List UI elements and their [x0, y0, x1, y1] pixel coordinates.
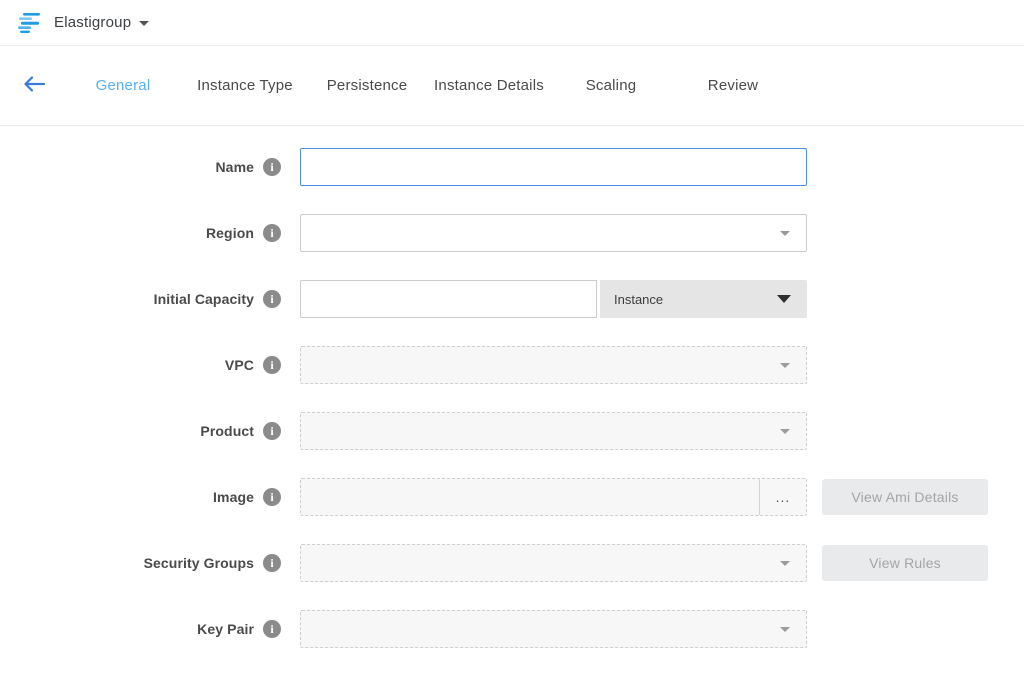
product-label: Product	[200, 423, 254, 439]
elastigroup-logo-icon	[16, 11, 44, 35]
product-switcher[interactable]: Elastigroup	[0, 0, 1024, 46]
key-pair-label: Key Pair	[197, 621, 254, 637]
tab-persistence[interactable]: Persistence	[306, 77, 428, 94]
product-caret-icon	[780, 429, 790, 434]
field-row-product: Product i	[0, 412, 1024, 450]
image-label: Image	[213, 489, 254, 505]
security-groups-caret-icon	[780, 561, 790, 566]
product-select	[300, 412, 807, 450]
tab-scaling[interactable]: Scaling	[550, 77, 672, 94]
back-button[interactable]	[14, 66, 54, 106]
key-pair-select	[300, 610, 807, 648]
tab-instance-details[interactable]: Instance Details	[428, 77, 550, 94]
initial-capacity-input[interactable]	[300, 280, 597, 318]
initial-capacity-info-icon[interactable]: i	[263, 290, 281, 308]
view-ami-details-button: View Ami Details	[822, 479, 988, 515]
field-row-initial-capacity: Initial Capacity i Instance	[0, 280, 1024, 318]
general-settings-form: Name i Region i Initial Capacity i Insta…	[0, 126, 1024, 648]
product-name: Elastigroup	[54, 14, 131, 31]
product-info-icon[interactable]: i	[263, 422, 281, 440]
key-pair-caret-icon	[780, 627, 790, 632]
image-value	[301, 479, 759, 515]
vpc-label: VPC	[225, 357, 254, 373]
security-groups-info-icon[interactable]: i	[263, 554, 281, 572]
chevron-down-icon	[139, 21, 149, 26]
region-info-icon[interactable]: i	[263, 224, 281, 242]
name-info-icon[interactable]: i	[263, 158, 281, 176]
key-pair-info-icon[interactable]: i	[263, 620, 281, 638]
field-row-image: Image i ... View Ami Details	[0, 478, 1024, 516]
capacity-unit-select[interactable]: Instance	[600, 280, 807, 318]
vpc-info-icon[interactable]: i	[263, 356, 281, 374]
field-row-security-groups: Security Groups i View Rules	[0, 544, 1024, 582]
region-select[interactable]	[300, 214, 807, 252]
image-info-icon[interactable]: i	[263, 488, 281, 506]
initial-capacity-label: Initial Capacity	[154, 291, 254, 307]
field-row-key-pair: Key Pair i	[0, 610, 1024, 648]
capacity-unit-caret-icon	[777, 295, 791, 303]
back-arrow-icon	[22, 75, 46, 96]
wizard-tabs: General Instance Type Persistence Instan…	[62, 77, 794, 94]
security-groups-select	[300, 544, 807, 582]
region-caret-icon	[780, 231, 790, 236]
field-row-vpc: VPC i	[0, 346, 1024, 384]
image-browse-button: ...	[759, 479, 806, 515]
field-row-region: Region i	[0, 214, 1024, 252]
vpc-select	[300, 346, 807, 384]
image-picker: ...	[300, 478, 807, 516]
view-rules-button: View Rules	[822, 545, 988, 581]
capacity-unit-value: Instance	[614, 292, 663, 307]
region-label: Region	[206, 225, 254, 241]
tab-review[interactable]: Review	[672, 77, 794, 94]
security-groups-label: Security Groups	[144, 555, 254, 571]
name-input[interactable]	[300, 148, 807, 186]
wizard-tab-bar: General Instance Type Persistence Instan…	[0, 46, 1024, 126]
name-label: Name	[215, 159, 254, 175]
field-row-name: Name i	[0, 148, 1024, 186]
tab-general[interactable]: General	[62, 77, 184, 94]
vpc-caret-icon	[780, 363, 790, 368]
tab-instance-type[interactable]: Instance Type	[184, 77, 306, 94]
